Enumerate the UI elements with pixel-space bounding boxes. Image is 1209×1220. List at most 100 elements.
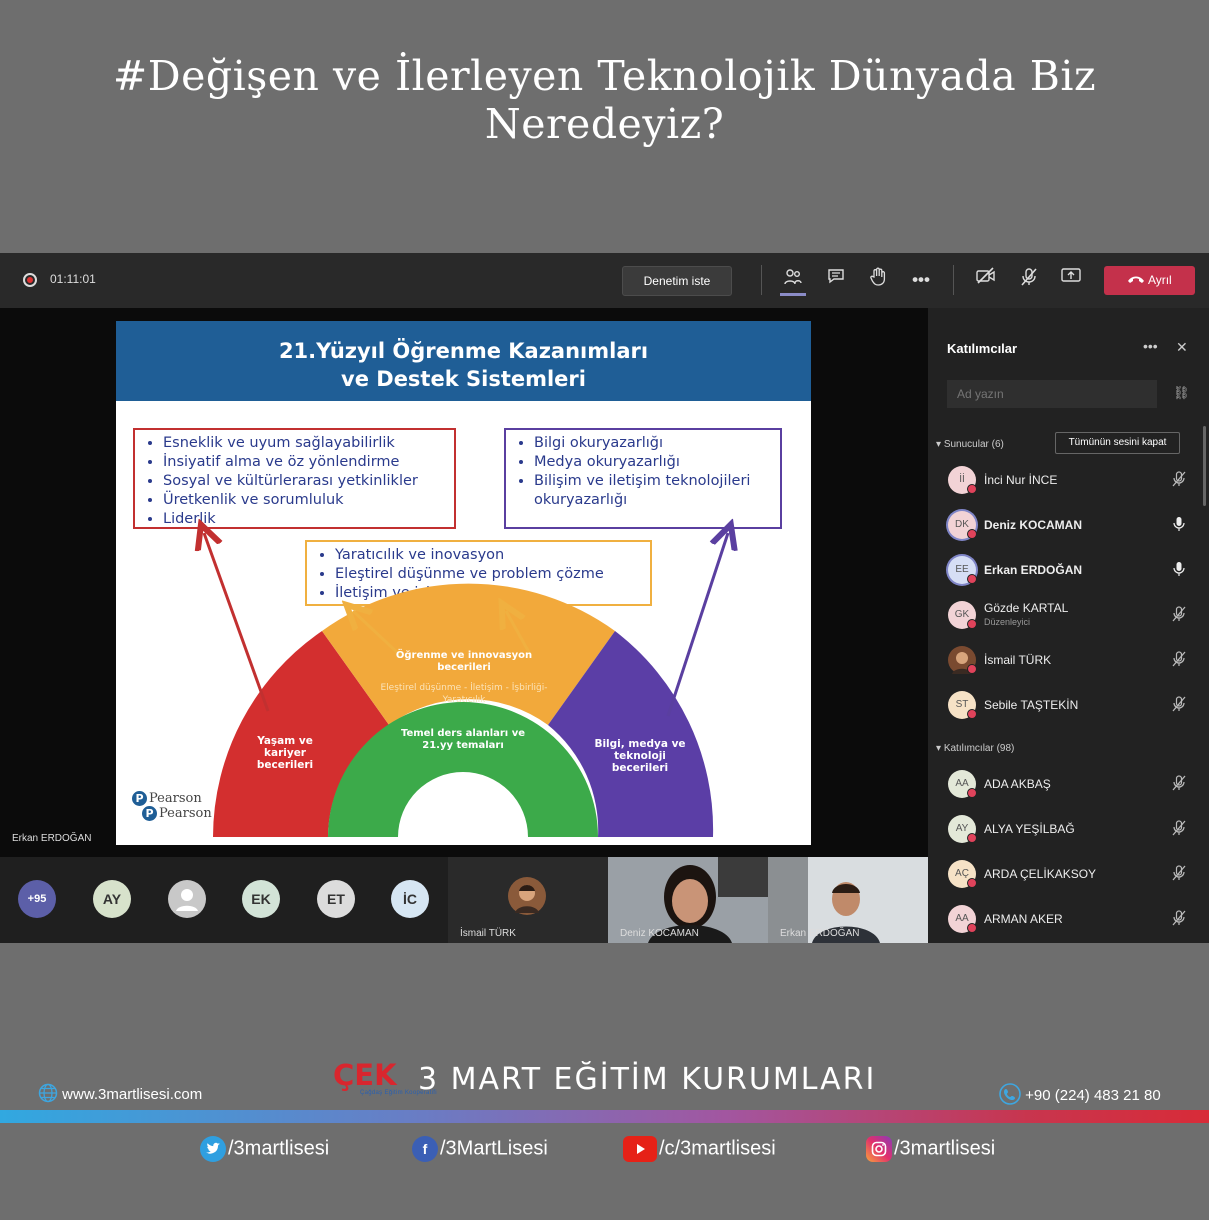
participant-row[interactable]: AA ADA AKBAŞ (946, 767, 1196, 801)
tile-name: Erkan ERDOĞAN (780, 928, 860, 939)
link-icon[interactable]: ⛓ (1173, 385, 1190, 401)
youtube-link[interactable]: /c/3martlisesi (623, 1136, 776, 1162)
twitter-link[interactable]: /3martlisesi (200, 1136, 329, 1162)
avatar: AA (948, 905, 977, 933)
mic-icon (1172, 516, 1186, 535)
avatar: DK (948, 511, 977, 539)
avatar-placeholder-icon[interactable] (168, 880, 206, 918)
avatar: AÇ (948, 860, 977, 888)
instagram-icon (866, 1136, 892, 1162)
headline: #Değişen ve İlerleyen Teknolojik Dünyada… (112, 52, 1097, 148)
avatar: AA (948, 770, 977, 798)
arc-orange-title: Öğrenme ve innovasyon becerileri (395, 650, 533, 673)
mic-off-icon (1172, 651, 1186, 670)
participant-row[interactable]: AY ALYA YEŞİLBAĞ (946, 812, 1196, 846)
panel-scrollbar[interactable] (1203, 426, 1206, 506)
participant-row[interactable]: ST Sebile TAŞTEKİN (946, 688, 1196, 722)
youtube-handle: /c/3martlisesi (659, 1137, 776, 1160)
participants-icon[interactable] (780, 267, 806, 296)
recording-icon (23, 273, 37, 287)
globe-icon (38, 1083, 62, 1103)
chevron-down-icon: ▾ (936, 439, 944, 450)
participant-row[interactable]: DK Deniz KOCAMAN (946, 508, 1196, 542)
instagram-handle: /3martlisesi (894, 1137, 996, 1160)
participant-row[interactable]: AA ARMAN AKER (946, 902, 1196, 936)
avatar (508, 877, 546, 915)
avatar: AY (948, 815, 977, 843)
video-tile[interactable]: İsmail TÜRK (448, 857, 608, 943)
presenters-section-header[interactable]: ▾ Sunucular (6) (936, 439, 1004, 450)
participant-name: Deniz KOCAMAN (984, 518, 1082, 532)
more-icon[interactable]: ••• (1143, 338, 1158, 354)
tile-name: Deniz KOCAMAN (620, 928, 699, 939)
participant-row[interactable]: GK Gözde KARTAL Düzenleyici (946, 598, 1196, 632)
publisher-logo: P Pearson P Pearson (132, 791, 212, 821)
more-participants-badge[interactable]: +95 (18, 880, 56, 918)
facebook-handle: /3MartLisesi (440, 1137, 548, 1160)
chat-icon[interactable] (823, 267, 849, 293)
camera-off-icon[interactable] (973, 267, 999, 293)
participant-name: ALYA YEŞİLBAĞ (984, 822, 1075, 836)
shared-slide: 21.Yüzyıl Öğrenme Kazanımları ve Destek … (116, 321, 811, 845)
twitter-handle: /3martlisesi (228, 1137, 330, 1160)
arc-green-label: Temel ders alanları ve 21.yy temaları (400, 728, 526, 751)
avatar[interactable]: AY (93, 880, 131, 918)
instagram-link[interactable]: /3martlisesi (866, 1136, 995, 1162)
participant-row[interactable]: EE Erkan ERDOĞAN (946, 553, 1196, 587)
rainbow-diagram (116, 321, 811, 837)
request-control-button[interactable]: Denetim iste (622, 266, 732, 296)
tile-name: İsmail TÜRK (460, 928, 516, 939)
close-icon[interactable]: ✕ (1176, 339, 1188, 356)
youtube-icon (623, 1136, 657, 1162)
video-tile[interactable]: Erkan ERDOĞAN (768, 857, 928, 943)
brand-name: 3 MART EĞİTİM KURUMLARI (418, 1062, 877, 1097)
toolbar-divider (761, 265, 762, 295)
participant-name: İnci Nur İNCE (984, 473, 1058, 487)
pearson-icon: P (132, 791, 147, 806)
raise-hand-icon[interactable] (865, 267, 891, 293)
participant-search-input[interactable] (947, 380, 1157, 408)
mic-off-icon[interactable] (1016, 267, 1042, 293)
chevron-down-icon: ▾ (936, 743, 944, 754)
pearson-icon: P (142, 806, 157, 821)
arc-purple-label: Bilgi, medya ve teknoloji becerileri (594, 738, 686, 774)
meeting-timer: 01:11:01 (50, 272, 96, 286)
participant-row[interactable]: İsmail TÜRK (946, 643, 1196, 677)
mic-off-icon (1172, 775, 1186, 794)
mic-icon (1172, 561, 1186, 580)
participant-row[interactable]: AÇ ARDA ÇELİKAKSOY (946, 857, 1196, 891)
participant-name: Gözde KARTAL (984, 601, 1069, 615)
participant-name: ADA AKBAŞ (984, 777, 1051, 791)
facebook-link[interactable]: f/3MartLisesi (412, 1136, 548, 1162)
website-link[interactable]: www.3martlisesi.com (38, 1083, 202, 1103)
participant-name: Sebile TAŞTEKİN (984, 698, 1079, 712)
leave-button[interactable]: Ayrıl (1104, 266, 1195, 295)
phone-number[interactable]: +90 (224) 483 21 80 (999, 1083, 1161, 1105)
mic-off-icon (1172, 696, 1186, 715)
avatar: ST (948, 691, 977, 719)
avatar[interactable]: ET (317, 880, 355, 918)
cek-logo: ÇEK (333, 1058, 397, 1092)
arc-orange-subtitle: Eleştirel düşünme - İletişim - İşbirliği… (380, 683, 548, 705)
leave-label: Ayrıl (1147, 273, 1172, 287)
video-tile[interactable]: Deniz KOCAMAN (608, 857, 768, 943)
facebook-icon: f (412, 1136, 438, 1162)
share-screen-icon[interactable] (1058, 267, 1084, 293)
phone-hangup-icon (1127, 273, 1148, 287)
participant-row[interactable]: İİ İnci Nur İNCE (946, 463, 1196, 497)
avatar[interactable]: EK (242, 880, 280, 918)
mic-off-icon (1172, 910, 1186, 929)
arrow-red (204, 533, 270, 712)
mute-all-button[interactable]: Tümünün sesini kapat (1055, 432, 1180, 454)
teams-meeting-window: 01:11:01 Denetim iste ••• Ayrıl 21.Yüzyı… (0, 253, 1209, 943)
participant-name: Erkan ERDOĞAN (984, 563, 1083, 577)
phone-icon (999, 1083, 1025, 1105)
attendees-section-header[interactable]: ▾ Katılımcılar (98) (936, 743, 1014, 754)
presenter-name-label: Erkan ERDOĞAN (12, 833, 92, 844)
more-icon[interactable]: ••• (908, 267, 934, 293)
avatar[interactable]: İC (391, 880, 429, 918)
participant-name: ARMAN AKER (984, 912, 1063, 926)
avatar: EE (948, 556, 977, 584)
participant-name: ARDA ÇELİKAKSOY (984, 867, 1097, 881)
arrow-purple (666, 533, 728, 717)
